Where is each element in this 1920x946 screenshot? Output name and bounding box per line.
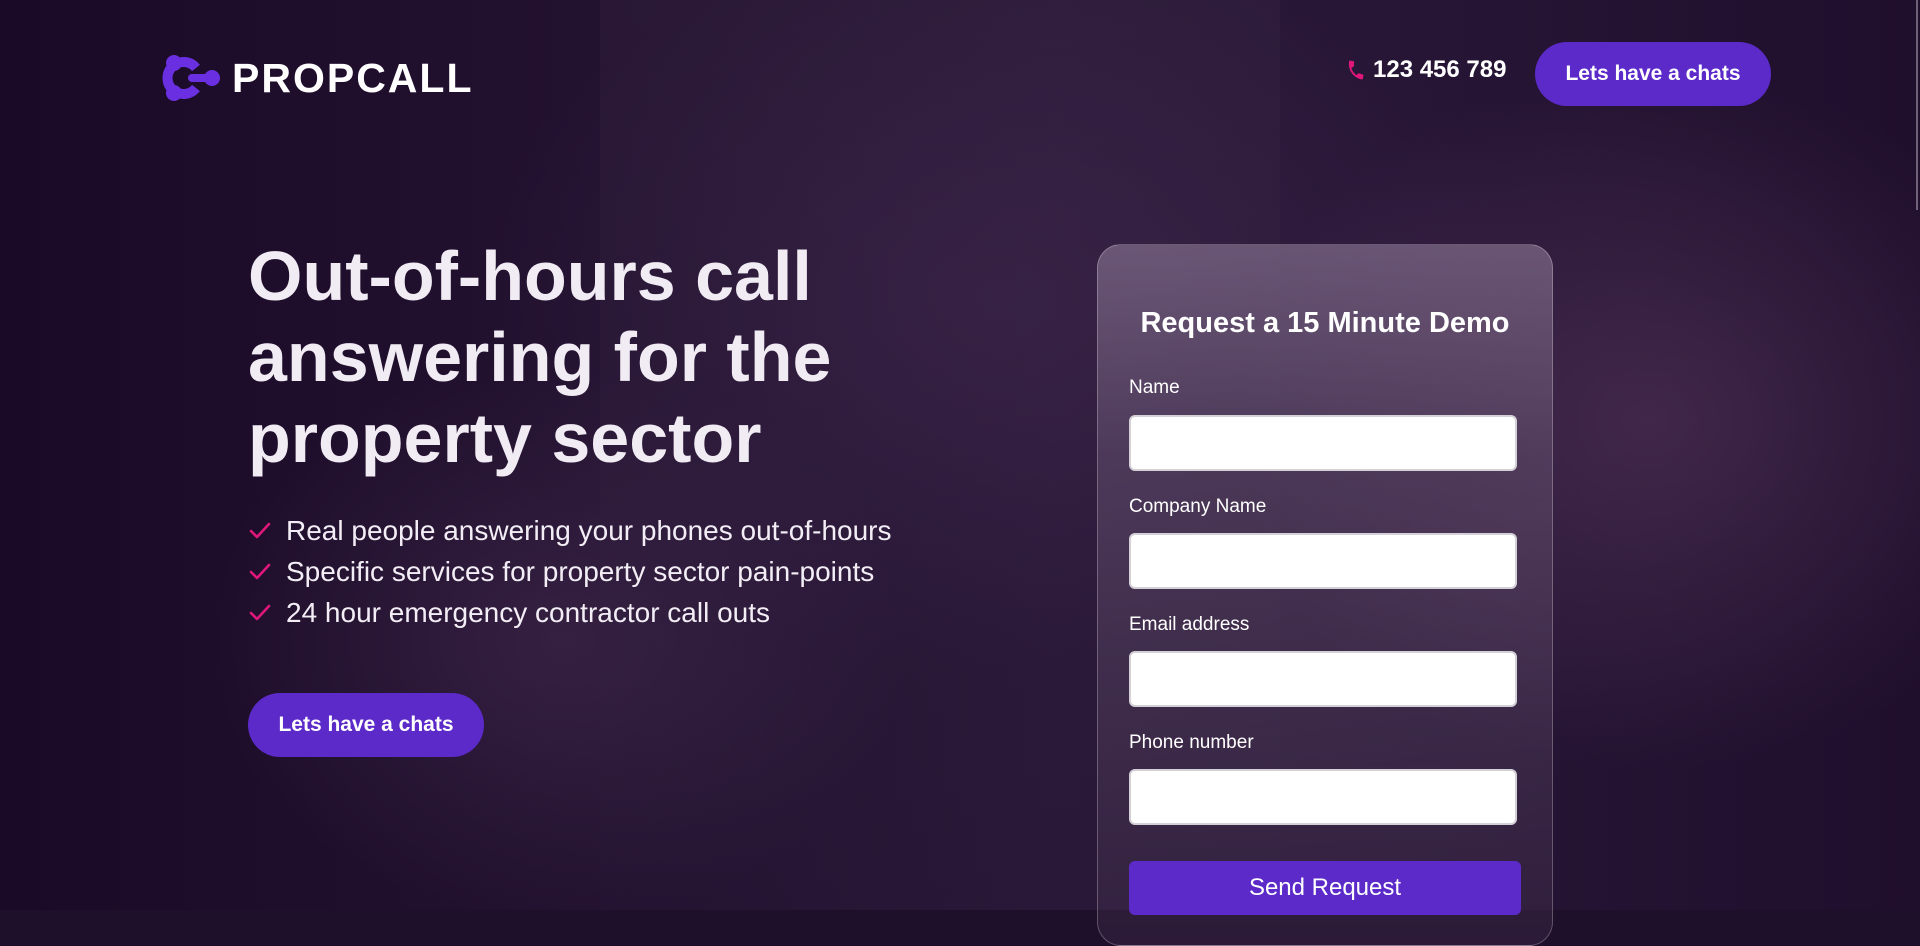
propcall-logo-icon <box>162 55 220 101</box>
send-request-button[interactable]: Send Request <box>1129 861 1521 915</box>
check-icon <box>249 604 271 620</box>
feature-text: Real people answering your phones out-of… <box>286 514 892 546</box>
hero-title: Out-of-hours call answering for the prop… <box>248 237 832 477</box>
name-label: Name <box>1129 377 1180 398</box>
form-title: Request a 15 Minute Demo <box>1140 307 1510 339</box>
phone-label: Phone number <box>1129 732 1254 753</box>
header-chat-button[interactable]: Lets have a chats <box>1535 42 1771 106</box>
phone-contact[interactable]: 123 456 789 <box>1345 56 1506 84</box>
feature-item: Real people answering your phones out-of… <box>248 510 892 551</box>
feature-text: 24 hour emergency contractor call outs <box>286 596 771 628</box>
feature-item: 24 hour emergency contractor call outs <box>248 592 892 633</box>
phone-field[interactable] <box>1129 769 1517 825</box>
feature-text: Specific services for property sector pa… <box>286 555 875 587</box>
company-name-field[interactable] <box>1129 533 1517 589</box>
scrollbar[interactable] <box>1916 0 1918 210</box>
feature-item: Specific services for property sector pa… <box>248 551 892 592</box>
hero-chat-button[interactable]: Lets have a chats <box>248 693 484 757</box>
check-icon <box>249 563 271 579</box>
brand-name: PROPCALL <box>232 54 474 101</box>
company-name-label: Company Name <box>1129 496 1267 517</box>
logo[interactable]: PROPCALL <box>162 54 474 102</box>
email-label: Email address <box>1129 614 1250 635</box>
email-field[interactable] <box>1129 651 1517 707</box>
phone-icon <box>1348 60 1364 80</box>
check-icon <box>249 522 271 538</box>
feature-list: Real people answering your phones out-of… <box>248 510 892 633</box>
demo-request-form: Request a 15 Minute Demo Name Company Na… <box>1097 244 1553 946</box>
name-field[interactable] <box>1129 415 1517 471</box>
phone-number[interactable]: 123 456 789 <box>1373 56 1506 84</box>
